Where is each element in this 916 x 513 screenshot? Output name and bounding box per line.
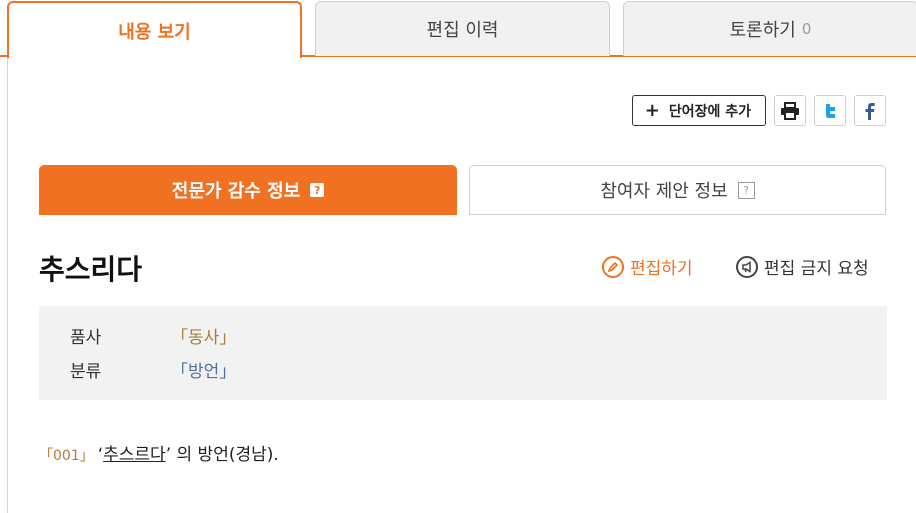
facebook-share-button[interactable] (854, 95, 886, 126)
edit-button[interactable]: 편집하기 (602, 254, 693, 279)
pencil-icon (602, 255, 624, 278)
tab-expert-label: 전문가 감수 정보 (171, 181, 301, 202)
content-border (7, 57, 8, 513)
tab-discuss-label: 토론하기 (729, 20, 796, 41)
tab-view[interactable]: 내용 보기 (7, 1, 302, 58)
linked-word[interactable]: 추스르다 (103, 440, 166, 465)
tab-participant-label: 참여자 제안 정보 (600, 181, 728, 202)
category-row: 분류 「방언」 (70, 357, 236, 382)
print-button[interactable] (774, 95, 806, 126)
printer-icon (781, 101, 799, 120)
add-to-vocab-label: 단어장에 추가 (668, 103, 751, 120)
definition-text: ’ 의 방언(경남). (165, 445, 279, 465)
plus-icon: + (644, 100, 660, 121)
category-label: 분류 (70, 362, 102, 382)
facebook-icon (865, 102, 875, 120)
category-value: 「방언」 (171, 362, 237, 382)
discuss-count: 0 (801, 20, 812, 38)
edit-ban-request-button[interactable]: 편집 금지 요청 (736, 254, 869, 279)
twitter-icon (826, 103, 835, 118)
entry-toolbar: + 단어장에 추가 (631, 95, 886, 126)
tab-participant-info[interactable]: 참여자 제안 정보 ? (469, 165, 886, 215)
entry-title: 추스리다 (39, 253, 143, 286)
pos-label: 품사 (70, 328, 102, 348)
megaphone-icon (736, 255, 758, 278)
twitter-share-button[interactable] (814, 95, 846, 126)
pos-value: 「동사」 (171, 328, 237, 348)
add-to-vocab-button[interactable]: + 단어장에 추가 (631, 95, 766, 126)
pos-row: 품사 「동사」 (70, 323, 236, 348)
edit-label: 편집하기 (630, 259, 693, 279)
sense-number: 「001」 (39, 448, 94, 464)
help-icon[interactable]: ? (310, 183, 325, 197)
tab-history[interactable]: 편집 이력 (315, 1, 610, 56)
tab-history-label: 편집 이력 (426, 20, 499, 41)
definition: 「001」 ‘ 추스르다 ’ 의 방언(경남). (39, 440, 279, 465)
tab-view-label: 내용 보기 (118, 21, 191, 43)
tab-discuss[interactable]: 토론하기 0 (623, 1, 916, 56)
tab-expert-info[interactable]: 전문가 감수 정보 ? (39, 165, 457, 215)
entry-info-box: 품사 「동사」 분류 「방언」 (39, 306, 887, 400)
edit-ban-request-label: 편집 금지 요청 (764, 259, 869, 279)
content-tabs: 내용 보기 편집 이력 토론하기 0 (0, 0, 916, 58)
help-icon[interactable]: ? (737, 181, 755, 199)
